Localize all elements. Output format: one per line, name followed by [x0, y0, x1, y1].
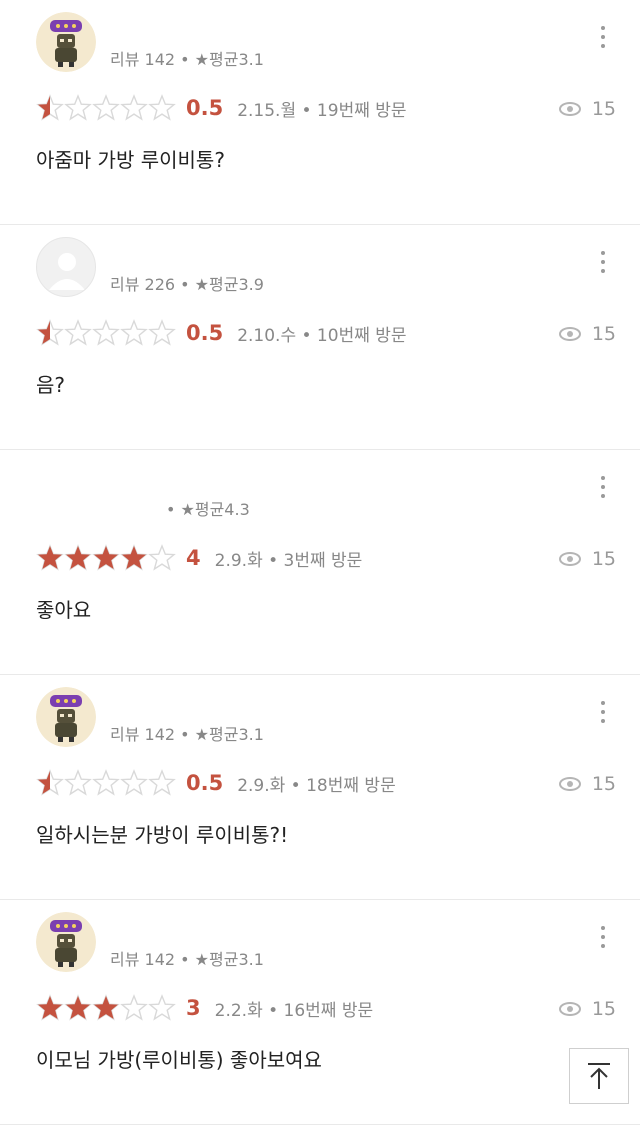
star-icon [120, 769, 148, 796]
reviewer-stats: 리뷰 142 • ★평균3.1 [110, 725, 264, 744]
avatar[interactable] [36, 12, 96, 72]
reviewer-stats: 리뷰 142 • ★평균3.1 [110, 50, 264, 69]
star-icon [92, 769, 120, 796]
reviewer-stats: 리뷰 142 • ★평균3.1 [110, 950, 264, 969]
more-options-button[interactable] [600, 926, 606, 952]
review-item: • ★평균4.3 4 2.9.화 • 3번째 방문 15 좋아요 [0, 450, 640, 675]
star-icon [148, 544, 176, 571]
visit-info: 2.10.수 • 10번째 방문 [237, 325, 407, 346]
default-user-icon [49, 253, 85, 290]
star-icon [36, 769, 64, 796]
star-icon [36, 319, 64, 346]
view-count-value: 15 [591, 98, 616, 120]
more-options-button[interactable] [600, 251, 606, 277]
mascot-avatar-icon [36, 12, 96, 72]
star-icon [92, 544, 120, 571]
more-options-button[interactable] [600, 701, 606, 727]
review-comment: 아줌마 가방 루이비통? [36, 148, 225, 172]
visit-info: 2.15.월 • 19번째 방문 [237, 100, 407, 121]
star-icon [148, 94, 176, 121]
rating-row: 0.5 2.15.월 • 19번째 방문 [36, 93, 407, 123]
star-icon [120, 319, 148, 346]
star-icon [64, 769, 92, 796]
view-count: 15 [558, 98, 616, 120]
view-count-value: 15 [591, 323, 616, 345]
more-vertical-icon [600, 476, 606, 498]
visit-info: 2.9.화 • 3번째 방문 [214, 550, 363, 571]
view-count: 15 [558, 548, 616, 570]
review-comment: 좋아요 [36, 598, 92, 622]
avatar[interactable] [36, 237, 96, 297]
reviewer-stats: 리뷰 226 • ★평균3.9 [110, 275, 264, 294]
arrow-up-to-top-icon [588, 1063, 610, 1089]
reviewer-stats: • ★평균4.3 [166, 500, 250, 519]
star-icon [148, 769, 176, 796]
star-icon [120, 94, 148, 121]
rating-row: 0.5 2.10.수 • 10번째 방문 [36, 318, 407, 348]
view-count: 15 [558, 323, 616, 345]
star-icon [36, 94, 64, 121]
review-item: 리뷰 142 • ★평균3.1 0.5 2.9.화 • 18번째 방문 15 일… [0, 675, 640, 900]
view-count-value: 15 [591, 548, 616, 570]
review-comment: 일하시는분 가방이 루이비통?! [36, 823, 289, 847]
star-icon [64, 319, 92, 346]
rating-row: 3 2.2.화 • 16번째 방문 [36, 993, 373, 1023]
star-rating [36, 994, 176, 1022]
mascot-avatar-icon [36, 912, 96, 972]
rating-score: 4 [186, 546, 201, 570]
avatar[interactable] [36, 912, 96, 972]
star-icon [148, 994, 176, 1021]
eye-icon [558, 327, 581, 341]
star-rating [36, 769, 176, 797]
star-icon [36, 994, 64, 1021]
star-icon [36, 544, 64, 571]
avatar[interactable] [36, 687, 96, 747]
scroll-to-top-button[interactable] [569, 1048, 629, 1104]
review-item: 리뷰 226 • ★평균3.9 0.5 2.10.수 • 10번째 방문 15 … [0, 225, 640, 450]
more-vertical-icon [600, 251, 606, 273]
view-count: 15 [558, 998, 616, 1020]
star-icon [92, 994, 120, 1021]
star-rating [36, 94, 176, 122]
rating-score: 0.5 [186, 321, 224, 345]
more-options-button[interactable] [600, 476, 606, 502]
more-vertical-icon [600, 926, 606, 948]
rating-row: 0.5 2.9.화 • 18번째 방문 [36, 768, 396, 798]
visit-info: 2.2.화 • 16번째 방문 [214, 1000, 374, 1021]
star-icon [120, 994, 148, 1021]
review-comment: 음? [36, 373, 66, 397]
star-icon [64, 994, 92, 1021]
more-options-button[interactable] [600, 26, 606, 52]
star-icon [92, 319, 120, 346]
star-icon [120, 544, 148, 571]
view-count-value: 15 [591, 998, 616, 1020]
rating-row: 4 2.9.화 • 3번째 방문 [36, 543, 362, 573]
rating-score: 0.5 [186, 96, 224, 120]
mascot-avatar-icon [36, 687, 96, 747]
star-rating [36, 319, 176, 347]
star-icon [64, 544, 92, 571]
rating-score: 0.5 [186, 771, 224, 795]
review-item: 리뷰 142 • ★평균3.1 3 2.2.화 • 16번째 방문 15 이모님… [0, 900, 640, 1125]
eye-icon [558, 777, 581, 791]
eye-icon [558, 102, 581, 116]
view-count: 15 [558, 773, 616, 795]
review-list: 리뷰 142 • ★평균3.1 0.5 2.15.월 • 19번째 방문 15 … [0, 0, 640, 1125]
more-vertical-icon [600, 26, 606, 48]
star-icon [148, 319, 176, 346]
eye-icon [558, 1002, 581, 1016]
visit-info: 2.9.화 • 18번째 방문 [237, 775, 396, 796]
star-icon [64, 94, 92, 121]
review-item: 리뷰 142 • ★평균3.1 0.5 2.15.월 • 19번째 방문 15 … [0, 0, 640, 225]
view-count-value: 15 [591, 773, 616, 795]
review-comment: 이모님 가방(루이비통) 좋아보여요 [36, 1048, 322, 1072]
rating-score: 3 [186, 996, 201, 1020]
more-vertical-icon [600, 701, 606, 723]
star-rating [36, 544, 176, 572]
eye-icon [558, 552, 581, 566]
star-icon [92, 94, 120, 121]
